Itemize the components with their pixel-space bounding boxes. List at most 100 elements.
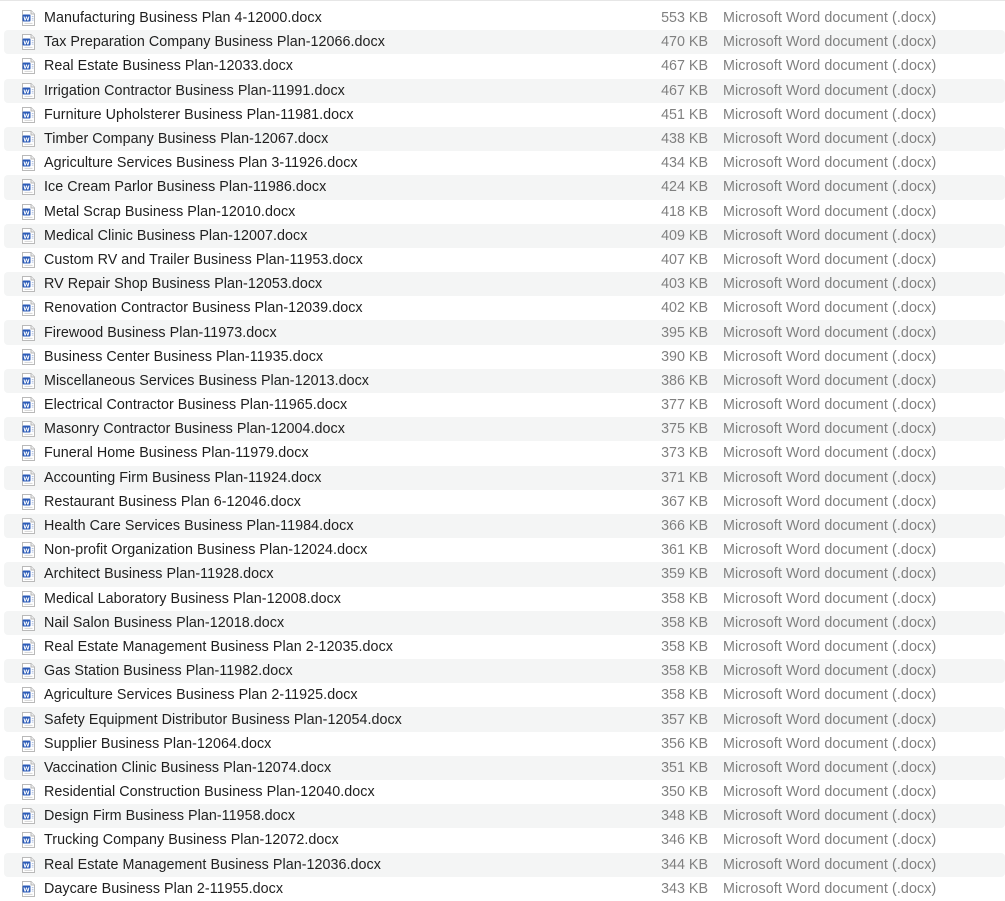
file-row[interactable]: W Furniture Upholsterer Business Plan-11…	[4, 103, 1005, 127]
file-row[interactable]: W Business Center Business Plan-11935.do…	[4, 345, 1005, 369]
file-kind: Microsoft Word document (.docx)	[723, 251, 937, 268]
svg-text:W: W	[23, 718, 29, 724]
file-name: Vaccination Clinic Business Plan-12074.d…	[44, 759, 332, 776]
svg-text:W: W	[23, 41, 29, 47]
file-name: Restaurant Business Plan 6-12046.docx	[44, 493, 301, 510]
file-size: 357 KB	[661, 711, 708, 728]
file-row[interactable]: W Timber Company Business Plan-12067.doc…	[4, 126, 1005, 152]
file-row[interactable]: W RV Repair Shop Business Plan-12053.doc…	[4, 272, 1005, 297]
file-row[interactable]: W Non-profit Organization Business Plan-…	[4, 538, 1005, 562]
svg-text:W: W	[23, 282, 29, 288]
file-name: Tax Preparation Company Business Plan-12…	[44, 34, 385, 51]
file-name: Real Estate Business Plan-12033.docx	[44, 58, 293, 75]
file-size: 375 KB	[661, 421, 708, 438]
file-kind: Microsoft Word document (.docx)	[723, 687, 937, 704]
svg-text:W: W	[23, 89, 29, 95]
file-row[interactable]: W Architect Business Plan-11928.docx 359…	[4, 562, 1005, 587]
file-kind: Microsoft Word document (.docx)	[723, 348, 937, 365]
file-name: Electrical Contractor Business Plan-1196…	[44, 397, 348, 414]
svg-text:W: W	[23, 887, 29, 893]
word-document-icon: W	[22, 590, 35, 607]
word-document-icon: W	[22, 711, 35, 728]
file-row[interactable]: W Ice Cream Parlor Business Plan-11986.d…	[4, 175, 1005, 200]
word-document-icon: W	[22, 227, 35, 244]
svg-text:W: W	[23, 863, 29, 869]
svg-text:W: W	[23, 137, 29, 143]
file-row[interactable]: W Trucking Company Business Plan-12072.d…	[4, 828, 1005, 852]
file-row[interactable]: W Renovation Contractor Business Plan-12…	[4, 296, 1005, 320]
file-size: 434 KB	[661, 155, 708, 172]
file-row[interactable]: W Real Estate Management Business Plan 2…	[4, 635, 1005, 659]
file-name: Custom RV and Trailer Business Plan-1195…	[44, 251, 363, 268]
file-kind: Microsoft Word document (.docx)	[723, 808, 937, 825]
file-row[interactable]: W Agriculture Services Business Plan 2-1…	[4, 683, 1005, 707]
word-document-icon: W	[22, 276, 35, 293]
word-document-icon: W	[22, 34, 35, 51]
file-name: Masonry Contractor Business Plan-12004.d…	[44, 421, 345, 438]
file-name: Daycare Business Plan 2-11955.docx	[44, 880, 284, 897]
file-row[interactable]: W Residential Construction Business Plan…	[4, 780, 1005, 804]
file-size: 553 KB	[661, 10, 708, 27]
file-size: 451 KB	[661, 106, 708, 123]
file-row[interactable]: W Masonry Contractor Business Plan-12004…	[4, 417, 1005, 442]
file-row[interactable]: W Custom RV and Trailer Business Plan-11…	[4, 248, 1005, 272]
svg-text:W: W	[23, 331, 29, 337]
file-name: Firewood Business Plan-11973.docx	[44, 324, 277, 341]
word-document-icon: W	[22, 203, 35, 220]
file-row[interactable]: W Electrical Contractor Business Plan-11…	[4, 393, 1005, 417]
file-row[interactable]: W Restaurant Business Plan 6-12046.docx …	[4, 490, 1005, 514]
file-kind: Microsoft Word document (.docx)	[723, 759, 937, 776]
file-row[interactable]: W Design Firm Business Plan-11958.docx 3…	[4, 804, 1005, 829]
file-size: 418 KB	[661, 203, 708, 220]
file-row[interactable]: W Metal Scrap Business Plan-12010.docx 4…	[4, 200, 1005, 224]
file-row[interactable]: W Vaccination Clinic Business Plan-12074…	[4, 755, 1005, 780]
file-name: Miscellaneous Services Business Plan-120…	[44, 372, 369, 389]
file-size: 366 KB	[661, 518, 708, 535]
file-row[interactable]: W Daycare Business Plan 2-11955.docx 343…	[4, 877, 1005, 901]
file-name: Real Estate Management Business Plan 2-1…	[44, 638, 393, 655]
file-row[interactable]: W Medical Laboratory Business Plan-12008…	[4, 587, 1005, 611]
svg-text:W: W	[23, 669, 29, 675]
svg-text:W: W	[23, 307, 29, 313]
word-document-icon: W	[22, 469, 35, 486]
word-document-icon: W	[22, 759, 35, 776]
file-row[interactable]: W Manufacturing Business Plan 4-12000.do…	[4, 6, 1005, 30]
file-row[interactable]: W Gas Station Business Plan-11982.docx 3…	[4, 659, 1005, 684]
file-row[interactable]: W Health Care Services Business Plan-119…	[4, 513, 1005, 539]
file-kind: Microsoft Word document (.docx)	[723, 590, 937, 607]
file-row[interactable]: W Safety Equipment Distributor Business …	[4, 707, 1005, 732]
file-row[interactable]: W Irrigation Contractor Business Plan-11…	[4, 78, 1005, 103]
file-size: 358 KB	[661, 590, 708, 607]
file-name: Timber Company Business Plan-12067.docx	[44, 131, 329, 148]
file-kind: Microsoft Word document (.docx)	[723, 300, 937, 317]
file-size: 358 KB	[661, 663, 708, 680]
file-row[interactable]: W Agriculture Services Business Plan 3-1…	[4, 151, 1005, 175]
svg-text:W: W	[23, 742, 29, 748]
file-size: 470 KB	[661, 34, 708, 51]
file-row[interactable]: W Accounting Firm Business Plan-11924.do…	[4, 465, 1005, 490]
file-kind: Microsoft Word document (.docx)	[723, 566, 937, 583]
file-row[interactable]: W Tax Preparation Company Business Plan-…	[4, 30, 1005, 55]
file-row[interactable]: W Medical Clinic Business Plan-12007.doc…	[4, 223, 1005, 248]
file-name: Gas Station Business Plan-11982.docx	[44, 663, 293, 680]
file-row[interactable]: W Nail Salon Business Plan-12018.docx 35…	[4, 610, 1005, 635]
svg-text:W: W	[23, 524, 29, 530]
svg-text:W: W	[23, 500, 29, 506]
file-name: Trucking Company Business Plan-12072.doc…	[44, 832, 339, 849]
word-document-icon: W	[22, 106, 35, 123]
file-size: 356 KB	[661, 735, 708, 752]
file-kind: Microsoft Word document (.docx)	[723, 614, 937, 631]
file-name: Medical Laboratory Business Plan-12008.d…	[44, 590, 341, 607]
file-size: 361 KB	[661, 542, 708, 559]
file-row[interactable]: W Real Estate Business Plan-12033.docx 4…	[4, 54, 1005, 78]
file-row[interactable]: W Supplier Business Plan-12064.docx 356 …	[4, 732, 1005, 756]
file-row[interactable]: W Miscellaneous Services Business Plan-1…	[4, 368, 1005, 393]
file-row[interactable]: W Firewood Business Plan-11973.docx 395 …	[4, 320, 1005, 345]
word-document-icon: W	[22, 397, 35, 414]
file-name: Supplier Business Plan-12064.docx	[44, 735, 272, 752]
file-row[interactable]: W Real Estate Management Business Plan-1…	[4, 852, 1005, 877]
file-kind: Microsoft Word document (.docx)	[723, 638, 937, 655]
word-document-icon: W	[22, 542, 35, 559]
file-row[interactable]: W Funeral Home Business Plan-11979.docx …	[4, 441, 1005, 465]
file-size: 358 KB	[661, 638, 708, 655]
